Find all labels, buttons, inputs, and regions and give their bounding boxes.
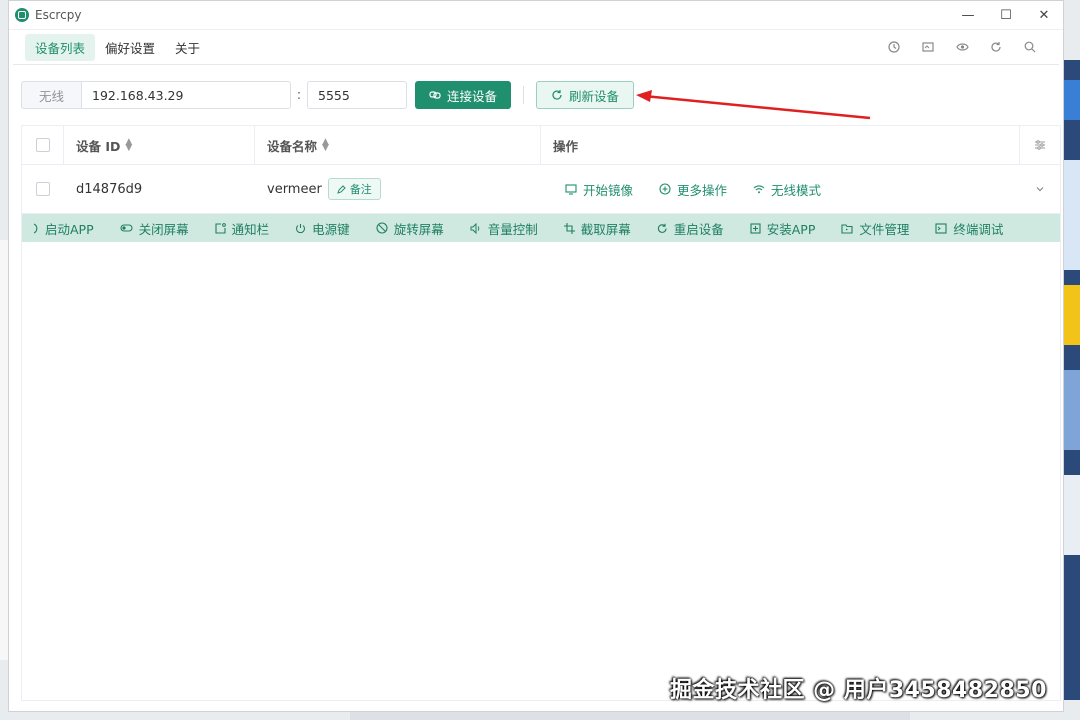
action-notification[interactable]: 通知栏 bbox=[215, 219, 270, 238]
action-screenshot-label: 截取屏幕 bbox=[580, 221, 631, 237]
tab-about[interactable]: 关于 bbox=[165, 34, 210, 61]
device-action-bar: 启动APP 关闭屏幕 通知栏 电源键 旋转屏幕 音量控制 截取屏幕 重启设备 安… bbox=[22, 214, 1060, 242]
remark-button[interactable]: 备注 bbox=[327, 178, 381, 200]
start-mirror-button[interactable]: 开始镜像 bbox=[565, 180, 633, 199]
tab-device-list[interactable]: 设备列表 bbox=[25, 33, 96, 61]
terminal-icon bbox=[935, 222, 947, 234]
clock-icon[interactable] bbox=[877, 41, 911, 53]
minimize-button[interactable]: — bbox=[949, 1, 987, 29]
action-file-manager-label: 文件管理 bbox=[859, 221, 910, 237]
device-name-cell: vermeer 备注 bbox=[255, 165, 541, 213]
connect-row: 无线 : 连接设备 刷新设备 bbox=[21, 81, 634, 109]
maximize-button[interactable]: ☐ bbox=[987, 1, 1025, 29]
chevron-down-icon[interactable] bbox=[1019, 184, 1060, 194]
app-logo-icon bbox=[15, 8, 29, 22]
action-terminal-label: 终端调试 bbox=[953, 221, 1004, 237]
power-icon bbox=[296, 223, 306, 233]
action-install-app-label: 安装APP bbox=[766, 221, 816, 237]
tab-preferences[interactable]: 偏好设置 bbox=[95, 34, 165, 61]
toggle-icon bbox=[120, 224, 133, 232]
column-header-name[interactable]: 设备名称 ▲ ▼ bbox=[255, 126, 541, 164]
column-header-name-label: 设备名称 bbox=[267, 138, 318, 154]
action-screenshot[interactable]: 截取屏幕 bbox=[563, 219, 631, 238]
action-launch-app[interactable]: 启动APP bbox=[34, 219, 94, 238]
table-header: 设备 ID ▲ ▼ 设备名称 ▲ ▼ 操作 bbox=[22, 126, 1060, 165]
colon-separator: : bbox=[296, 87, 302, 103]
monitor-icon bbox=[565, 184, 577, 195]
sort-icon[interactable]: ▲ ▼ bbox=[125, 138, 132, 153]
launch-icon bbox=[34, 223, 38, 233]
port-input[interactable] bbox=[307, 81, 407, 109]
action-reboot[interactable]: 重启设备 bbox=[657, 219, 724, 238]
action-file-manager[interactable]: 文件管理 bbox=[841, 219, 909, 238]
more-actions-button[interactable]: 更多操作 bbox=[659, 180, 727, 199]
action-volume-label: 音量控制 bbox=[487, 221, 538, 237]
tab-bar: 设备列表 偏好设置 关于 bbox=[13, 30, 1059, 65]
folder-icon bbox=[841, 223, 853, 234]
refresh-icon[interactable] bbox=[979, 41, 1013, 53]
action-power[interactable]: 电源键 bbox=[295, 219, 350, 238]
column-header-ops-label: 操作 bbox=[553, 138, 579, 154]
crop-icon bbox=[563, 222, 575, 234]
connect-device-label: 连接设备 bbox=[446, 88, 497, 104]
wireless-label: 无线 bbox=[21, 81, 81, 109]
start-mirror-label: 开始镜像 bbox=[583, 182, 634, 198]
action-reboot-label: 重启设备 bbox=[673, 221, 724, 237]
action-launch-app-label: 启动APP bbox=[45, 221, 94, 237]
column-header-ops: 操作 bbox=[541, 126, 1019, 164]
more-actions-label: 更多操作 bbox=[677, 182, 728, 198]
volume-icon bbox=[470, 222, 479, 234]
title-bar: Escrcpy — ☐ ✕ bbox=[9, 1, 1063, 30]
device-name: vermeer bbox=[267, 181, 322, 197]
search-icon[interactable] bbox=[1013, 41, 1047, 53]
action-volume[interactable]: 音量控制 bbox=[470, 219, 538, 238]
refresh-icon bbox=[552, 90, 562, 100]
row-checkbox[interactable] bbox=[36, 182, 50, 196]
screen-icon[interactable] bbox=[911, 41, 945, 53]
action-terminal[interactable]: 终端调试 bbox=[935, 219, 1003, 238]
column-header-id[interactable]: 设备 ID ▲ ▼ bbox=[64, 126, 255, 164]
connect-device-button[interactable]: 连接设备 bbox=[415, 81, 511, 109]
rotate-icon bbox=[376, 222, 388, 234]
action-rotate[interactable]: 旋转屏幕 bbox=[376, 219, 444, 238]
action-power-label: 电源键 bbox=[312, 221, 350, 237]
window-title: Escrcpy bbox=[35, 8, 82, 22]
wireless-mode-button[interactable]: 无线模式 bbox=[753, 180, 821, 199]
watermark: 掘金技术社区 @ 用户3458482850 bbox=[670, 678, 1047, 703]
refresh-device-button[interactable]: 刷新设备 bbox=[536, 81, 634, 109]
refresh-device-label: 刷新设备 bbox=[568, 88, 619, 104]
close-button[interactable]: ✕ bbox=[1025, 1, 1063, 29]
table-row: d14876d9 vermeer 备注 开始镜像 更多操作 无线模式 bbox=[22, 165, 1060, 214]
sort-icon[interactable]: ▲ ▼ bbox=[322, 138, 329, 153]
background-desktop-right bbox=[1064, 60, 1080, 700]
action-screen-off[interactable]: 关闭屏幕 bbox=[120, 219, 189, 238]
wifi-icon bbox=[753, 185, 765, 194]
notification-icon bbox=[215, 222, 226, 234]
remark-label: 备注 bbox=[349, 183, 372, 196]
eye-icon[interactable] bbox=[945, 41, 979, 53]
device-id: d14876d9 bbox=[76, 181, 143, 197]
plus-circle-icon bbox=[659, 183, 671, 195]
action-screen-off-label: 关闭屏幕 bbox=[138, 221, 189, 237]
select-all-checkbox[interactable] bbox=[35, 138, 50, 152]
divider bbox=[523, 86, 524, 104]
device-table: 设备 ID ▲ ▼ 设备名称 ▲ ▼ 操作 d14876d9 vermeer 备注 bbox=[21, 125, 1061, 701]
row-operations: 开始镜像 更多操作 无线模式 bbox=[541, 165, 1019, 213]
action-rotate-label: 旋转屏幕 bbox=[393, 221, 444, 237]
wireless-mode-label: 无线模式 bbox=[771, 182, 822, 198]
reboot-icon bbox=[657, 223, 667, 233]
install-icon bbox=[750, 222, 761, 234]
column-settings-icon[interactable] bbox=[1019, 126, 1060, 164]
annotation-arrow bbox=[636, 90, 871, 120]
action-install-app[interactable]: 安装APP bbox=[750, 219, 816, 238]
ip-address-input[interactable] bbox=[81, 81, 291, 109]
column-header-id-label: 设备 ID bbox=[76, 138, 121, 154]
action-notification-label: 通知栏 bbox=[231, 221, 270, 237]
edit-icon bbox=[337, 184, 346, 194]
app-window: Escrcpy — ☐ ✕ 设备列表 偏好设置 关于 无线 192.168.43… bbox=[8, 0, 1064, 712]
link-icon bbox=[429, 91, 441, 99]
